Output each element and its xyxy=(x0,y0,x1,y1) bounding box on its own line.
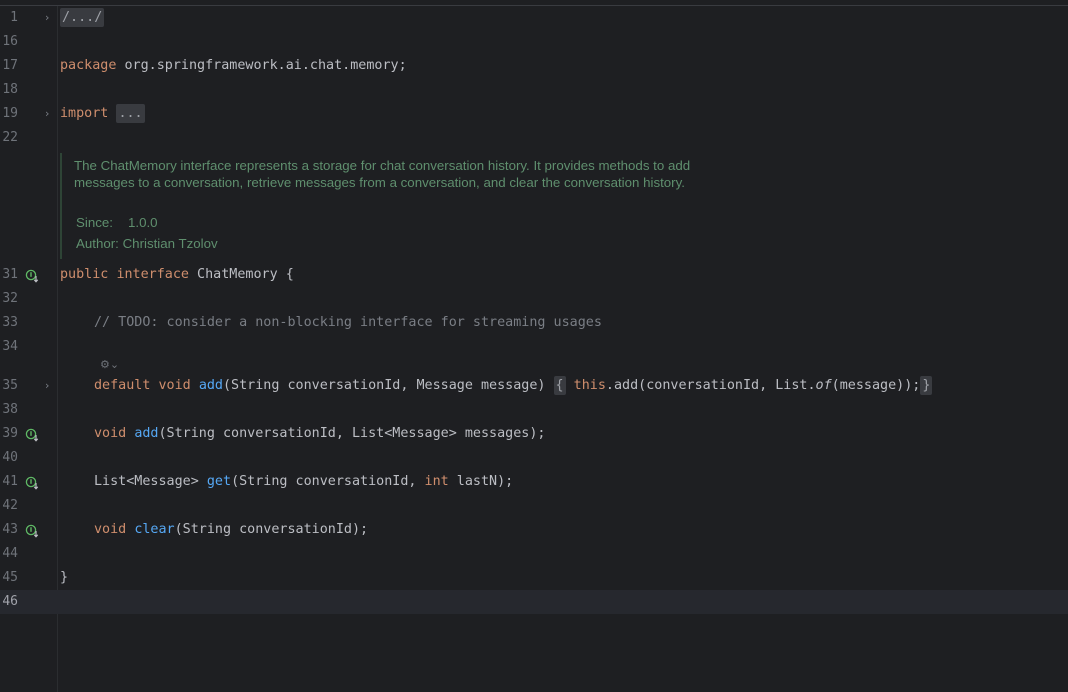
line-number[interactable]: 45 xyxy=(0,566,18,590)
code-line-17[interactable]: 17 package org.springframework.ai.chat.m… xyxy=(0,54,1068,78)
implemented-icon[interactable] xyxy=(25,523,39,538)
code-line-32[interactable]: 32 xyxy=(0,287,1068,311)
method-get: List<Message> get(String conversationId,… xyxy=(94,470,513,494)
line-number[interactable]: 18 xyxy=(0,78,18,102)
keyword: int xyxy=(424,474,449,489)
static-call-of: of xyxy=(815,378,832,393)
line-number[interactable]: 44 xyxy=(0,542,18,566)
javadoc-since-value: 1.0.0 xyxy=(128,215,158,230)
return-type: List<Message> xyxy=(94,474,207,489)
method-name: add xyxy=(198,378,223,393)
line-number[interactable]: 31 xyxy=(0,263,18,287)
javadoc-since-label: Since: xyxy=(76,215,113,230)
interface-name: ChatMemory { xyxy=(189,267,294,282)
todo-comment: // TODO: consider a non-blocking interfa… xyxy=(94,315,602,330)
method-params: (String conversationId, xyxy=(231,474,425,489)
keyword: default xyxy=(94,378,151,393)
code-line-38[interactable]: 38 xyxy=(0,398,1068,422)
line-number[interactable]: 16 xyxy=(0,30,18,54)
keyword: void xyxy=(94,522,127,537)
method-params: (String conversationId, Message message) xyxy=(223,378,546,393)
line-number[interactable]: 43 xyxy=(0,518,18,542)
line-number[interactable]: 35 xyxy=(0,374,18,398)
code-line-31[interactable]: 31 public interface ChatMemory { xyxy=(0,263,1068,287)
package-declaration: package org.springframework.ai.chat.memo… xyxy=(60,54,407,78)
keyword: interface xyxy=(116,267,189,282)
fold-expand-icon[interactable]: › xyxy=(45,102,55,126)
code-line-45[interactable]: 45 } xyxy=(0,566,1068,590)
keyword: public xyxy=(60,267,109,282)
method-name: add xyxy=(134,426,159,441)
line-number[interactable]: 33 xyxy=(0,311,18,335)
closing-brace: } xyxy=(60,570,69,585)
keyword: void xyxy=(158,378,191,393)
rendered-javadoc[interactable]: The ChatMemory interface represents a st… xyxy=(60,153,742,259)
keyword: import xyxy=(60,106,109,121)
import-statement: import ... xyxy=(60,102,145,126)
line-number[interactable]: 1 xyxy=(0,6,18,30)
method-name: get xyxy=(206,474,232,489)
line-number[interactable]: 39 xyxy=(0,422,18,446)
code-line-41[interactable]: 41 List<Message> get(String conversation… xyxy=(0,470,1068,494)
keyword: package xyxy=(60,58,117,73)
javadoc-author-label: Author: xyxy=(76,236,119,251)
line-number[interactable]: 32 xyxy=(0,287,18,311)
line-number[interactable]: 46 xyxy=(0,590,18,614)
code-line-39[interactable]: 39 void add(String conversationId, List<… xyxy=(0,422,1068,446)
method-body: .add(conversationId, List. xyxy=(605,378,816,393)
package-name: org.springframework.ai.chat.memory; xyxy=(116,58,407,73)
line-number[interactable]: 17 xyxy=(0,54,18,78)
line-number[interactable]: 34 xyxy=(0,335,18,359)
implemented-icon[interactable] xyxy=(25,475,39,490)
line-number[interactable]: 40 xyxy=(0,446,18,470)
line-number[interactable]: 22 xyxy=(0,126,18,150)
method-signature: (String conversationId); xyxy=(174,522,369,537)
method-body-end: (message)); xyxy=(831,378,921,393)
code-line-22[interactable]: 22 xyxy=(0,126,1068,150)
code-line-34[interactable]: 34 xyxy=(0,335,1068,359)
javadoc-author-value: Christian Tzolov xyxy=(122,236,218,251)
method-clear: void clear(String conversationId); xyxy=(94,518,368,542)
code-line-33[interactable]: 33 // TODO: consider a non-blocking inte… xyxy=(0,311,1068,335)
folded-brace-open[interactable]: { xyxy=(553,376,566,395)
method-signature: (String conversationId, List<Message> me… xyxy=(158,426,546,441)
keyword-this: this xyxy=(573,378,606,393)
inlay-hint-settings-icon[interactable]: ⚙⌄ xyxy=(100,358,119,371)
code-line-1[interactable]: 1 › /.../ xyxy=(0,6,1068,30)
javadoc-description: The ChatMemory interface represents a st… xyxy=(74,158,691,190)
line-number[interactable]: 41 xyxy=(0,470,18,494)
method-params-end: lastN); xyxy=(448,474,514,489)
code-line-19[interactable]: 19 › import ... xyxy=(0,102,1068,126)
implemented-icon[interactable] xyxy=(25,427,39,442)
code-line-43[interactable]: 43 void clear(String conversationId); xyxy=(0,518,1068,542)
implemented-icon[interactable] xyxy=(25,268,39,283)
code-line-42[interactable]: 42 xyxy=(0,494,1068,518)
code-line-44[interactable]: 44 xyxy=(0,542,1068,566)
line-number[interactable]: 19 xyxy=(0,102,18,126)
folded-imports[interactable]: ... xyxy=(116,104,145,123)
javadoc-author: Author: Christian Tzolov xyxy=(76,235,218,253)
folded-brace-close[interactable]: } xyxy=(920,376,933,395)
fold-expand-icon[interactable]: › xyxy=(45,6,55,30)
javadoc-since: Since: 1.0.0 xyxy=(76,214,158,232)
code-line-16[interactable]: 16 xyxy=(0,30,1068,54)
default-method-add: default void add(String conversationId, … xyxy=(94,374,933,398)
method-name: clear xyxy=(134,522,175,537)
code-line-35[interactable]: 35 › default void add(String conversatio… xyxy=(0,374,1068,398)
code-line-46-current[interactable]: 46 xyxy=(0,590,1068,614)
fold-expand-icon[interactable]: › xyxy=(45,374,55,398)
folded-header-region[interactable]: /.../ xyxy=(60,8,105,27)
code-line-40[interactable]: 40 xyxy=(0,446,1068,470)
code-line-18[interactable]: 18 xyxy=(0,78,1068,102)
line-number[interactable]: 38 xyxy=(0,398,18,422)
line-number[interactable]: 42 xyxy=(0,494,18,518)
keyword: void xyxy=(94,426,127,441)
method-add-list: void add(String conversationId, List<Mes… xyxy=(94,422,545,446)
interface-declaration: public interface ChatMemory { xyxy=(60,263,294,287)
